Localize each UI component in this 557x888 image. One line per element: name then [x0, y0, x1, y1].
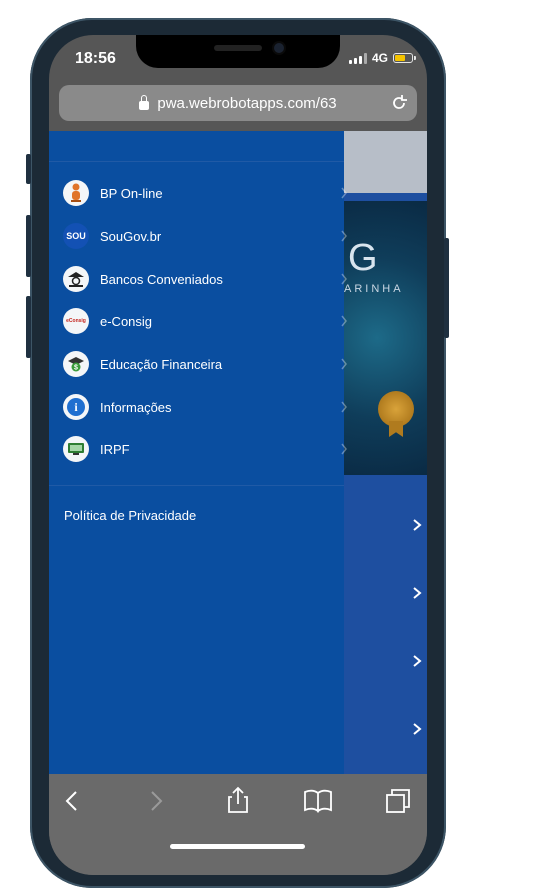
menu-item-bancos-conveniados[interactable]: Bancos Conveniados — [63, 263, 347, 295]
page-content: G ARINHA BP On-line SOU SouGov.br Bancos… — [49, 131, 427, 774]
background-header — [344, 131, 427, 193]
phone-screen: 18:56 4G pwa.webrobotapps.com/63 G ARINH… — [49, 35, 427, 875]
silent-switch — [26, 154, 31, 184]
chevron-right-icon — [341, 273, 347, 285]
address-bar[interactable]: pwa.webrobotapps.com/63 — [59, 85, 417, 121]
menu-item-label: e-Consig — [100, 313, 153, 329]
battery-icon — [393, 53, 416, 63]
drawer-divider — [49, 485, 344, 486]
status-indicators: 4G — [348, 51, 416, 65]
network-label: 4G — [371, 51, 388, 65]
banner-letter: G — [348, 237, 380, 279]
back-icon[interactable] — [57, 786, 87, 816]
award-seal-icon — [378, 391, 414, 427]
drawer-divider — [49, 161, 344, 162]
menu-item-label: IRPF — [100, 441, 130, 457]
menu-item-irpf[interactable]: IRPF — [63, 433, 347, 465]
browser-toolbar — [49, 774, 427, 875]
chevron-right-icon — [341, 187, 347, 199]
status-time: 18:56 — [75, 50, 116, 67]
menu-item-bp-online[interactable]: BP On-line — [63, 177, 347, 209]
info-icon-glyph: i — [67, 398, 85, 416]
sougov-icon-text: SOU — [66, 231, 86, 241]
menu-item-label: Bancos Conveniados — [100, 271, 223, 287]
speaker — [214, 45, 262, 51]
banner-text: ARINHA — [344, 283, 404, 295]
tabs-icon[interactable] — [383, 786, 413, 816]
sougov-icon: SOU — [63, 223, 89, 249]
menu-item-informacoes[interactable]: i Informações — [63, 391, 347, 423]
econsig-icon: eConsig — [63, 308, 89, 334]
menu-item-sougov[interactable]: SOU SouGov.br — [63, 220, 347, 252]
bookmarks-icon[interactable] — [303, 786, 333, 816]
url-text: pwa.webrobotapps.com/63 — [157, 94, 337, 112]
notch — [136, 35, 340, 68]
front-camera — [274, 43, 284, 53]
background-banner: G ARINHA — [344, 201, 427, 475]
side-drawer: BP On-line SOU SouGov.br Bancos Convenia… — [49, 131, 347, 774]
info-icon: i — [63, 394, 89, 420]
chevron-right-icon — [341, 358, 347, 370]
chevron-right-icon[interactable] — [411, 587, 423, 599]
volume-down-button — [26, 296, 31, 358]
menu-item-label: BP On-line — [100, 185, 163, 201]
chevron-right-icon — [341, 230, 347, 242]
menu-item-label: Informações — [100, 399, 172, 415]
finance-education-icon: $ — [63, 351, 89, 377]
power-button — [444, 238, 449, 338]
chevron-right-icon — [341, 401, 347, 413]
share-icon[interactable] — [223, 785, 253, 815]
lock-icon — [139, 94, 150, 110]
menu-item-econsig[interactable]: eConsig e-Consig — [63, 305, 347, 337]
privacy-policy-link[interactable]: Política de Privacidade — [64, 508, 196, 523]
forward-icon[interactable] — [141, 786, 171, 816]
home-indicator[interactable] — [170, 844, 305, 849]
signal-icon — [348, 52, 367, 64]
svg-text:$: $ — [74, 365, 78, 372]
bank-icon — [63, 266, 89, 292]
menu-item-educacao-financeira[interactable]: $ Educação Financeira — [63, 348, 347, 380]
econsig-icon-text: eConsig — [66, 318, 86, 324]
volume-up-button — [26, 215, 31, 277]
reload-icon[interactable] — [389, 93, 409, 113]
chevron-right-icon — [341, 315, 347, 327]
chevron-right-icon[interactable] — [411, 723, 423, 735]
irpf-icon — [63, 436, 89, 462]
bp-mascot-icon — [63, 180, 89, 206]
menu-item-label: SouGov.br — [100, 228, 162, 244]
chevron-right-icon[interactable] — [411, 655, 423, 667]
chevron-right-icon[interactable] — [411, 519, 423, 531]
chevron-right-icon — [341, 443, 347, 455]
menu-item-label: Educação Financeira — [100, 356, 223, 372]
